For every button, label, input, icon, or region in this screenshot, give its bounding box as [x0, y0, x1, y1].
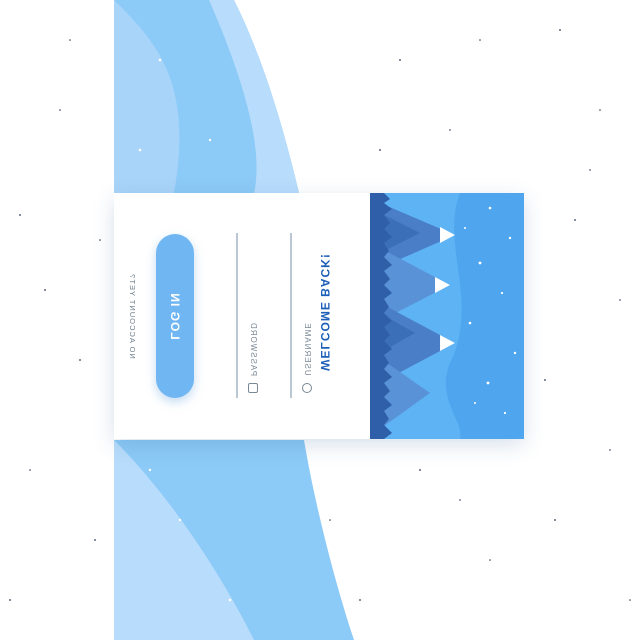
username-label: USERNAME	[303, 322, 312, 376]
password-field[interactable]	[236, 233, 238, 398]
password-label: PASSWORD	[249, 321, 258, 377]
username-field[interactable]	[290, 233, 292, 398]
lock-icon	[248, 383, 258, 393]
no-account-link[interactable]: NO ACCOUNT YET?	[127, 273, 137, 359]
mountain-illustration	[370, 193, 524, 439]
user-icon	[302, 383, 312, 393]
login-button-label: LOG IN	[168, 292, 182, 340]
welcome-title: WELCOME BACK!	[318, 253, 332, 371]
